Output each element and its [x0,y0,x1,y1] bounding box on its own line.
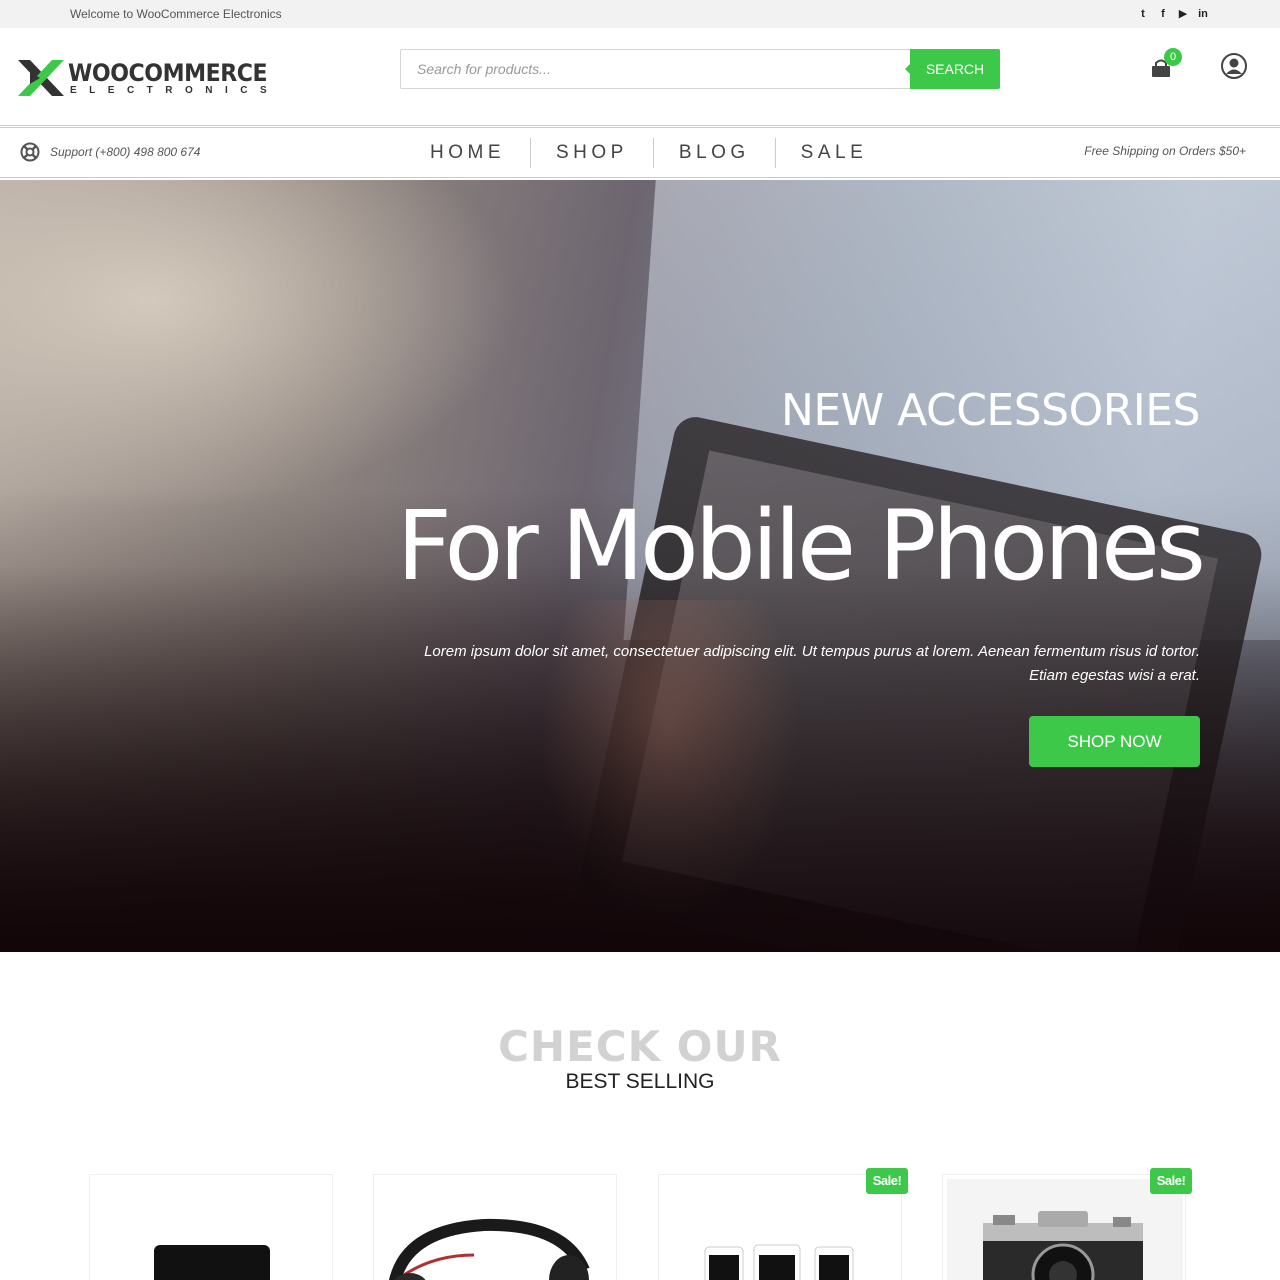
search-button[interactable]: SEARCH [905,49,1000,89]
social-links: t f ▶ in [1138,6,1208,22]
linkedin-icon[interactable]: in [1198,6,1208,22]
sale-badge: Sale! [1150,1168,1192,1194]
hero-description-line-2: Etiam egestas wisi a erat. [1029,667,1200,684]
shipping-notice: Free Shipping on Orders $50+ [1084,144,1246,158]
welcome-text: Welcome to WooCommerce Electronics [70,7,282,21]
nav-item-shop[interactable]: SHOP [530,138,653,168]
hero-description: Lorem ipsum dolor sit amet, consectetuer… [370,640,1200,688]
product-card-laptop[interactable] [89,1174,333,1280]
support-info: Support (+800) 498 800 674 [20,142,200,162]
nav-item-sale[interactable]: SALE [774,138,893,168]
account-button[interactable] [1220,52,1248,80]
site-logo[interactable]: WOOCOMMERCE ELECTRONICS [16,58,276,98]
cart-button[interactable]: 0 [1150,48,1182,80]
cart-count-badge: 0 [1164,48,1182,66]
laptop-image [154,1245,270,1280]
search-input[interactable] [401,50,909,88]
hero-kicker: NEW ACCESSORIES [780,385,1201,436]
primary-menu: HOME SHOP BLOG SALE [405,138,892,168]
user-icon [1221,53,1247,79]
lifebuoy-icon [20,142,40,162]
logo-wordmark: WOOCOMMERCE [68,59,268,87]
nav-item-home[interactable]: HOME [405,138,530,168]
section-subtitle: BEST SELLING [565,1070,715,1093]
site-header: WOOCOMMERCE ELECTRONICS SEARCH 0 [0,28,1280,125]
section-title: CHECK OUR [498,1022,782,1071]
youtube-icon[interactable]: ▶ [1178,6,1188,22]
product-search: SEARCH [400,49,1000,89]
facebook-icon[interactable]: f [1158,6,1168,22]
logo-subtitle: ELECTRONICS [70,85,280,96]
nav-item-blog[interactable]: BLOG [652,138,775,168]
shop-now-button[interactable]: SHOP NOW [1029,716,1200,767]
hero-banner: NEW ACCESSORIES For Mobile Phones Lorem … [0,180,1280,952]
product-card-headphones[interactable] [373,1174,617,1280]
sale-badge: Sale! [866,1168,908,1194]
main-navbar: Support (+800) 498 800 674 HOME SHOP BLO… [0,128,1280,178]
support-phone: Support (+800) 498 800 674 [50,145,201,159]
headphones-image [389,1218,590,1280]
logo-x-icon [18,60,64,96]
twitter-icon[interactable]: t [1138,6,1148,22]
hero-headline: For Mobile Phones [396,490,1206,602]
top-bar: Welcome to WooCommerce Electronics t f ▶… [0,0,1280,28]
hero-description-line-1: Lorem ipsum dolor sit amet, consectetuer… [424,643,1200,660]
